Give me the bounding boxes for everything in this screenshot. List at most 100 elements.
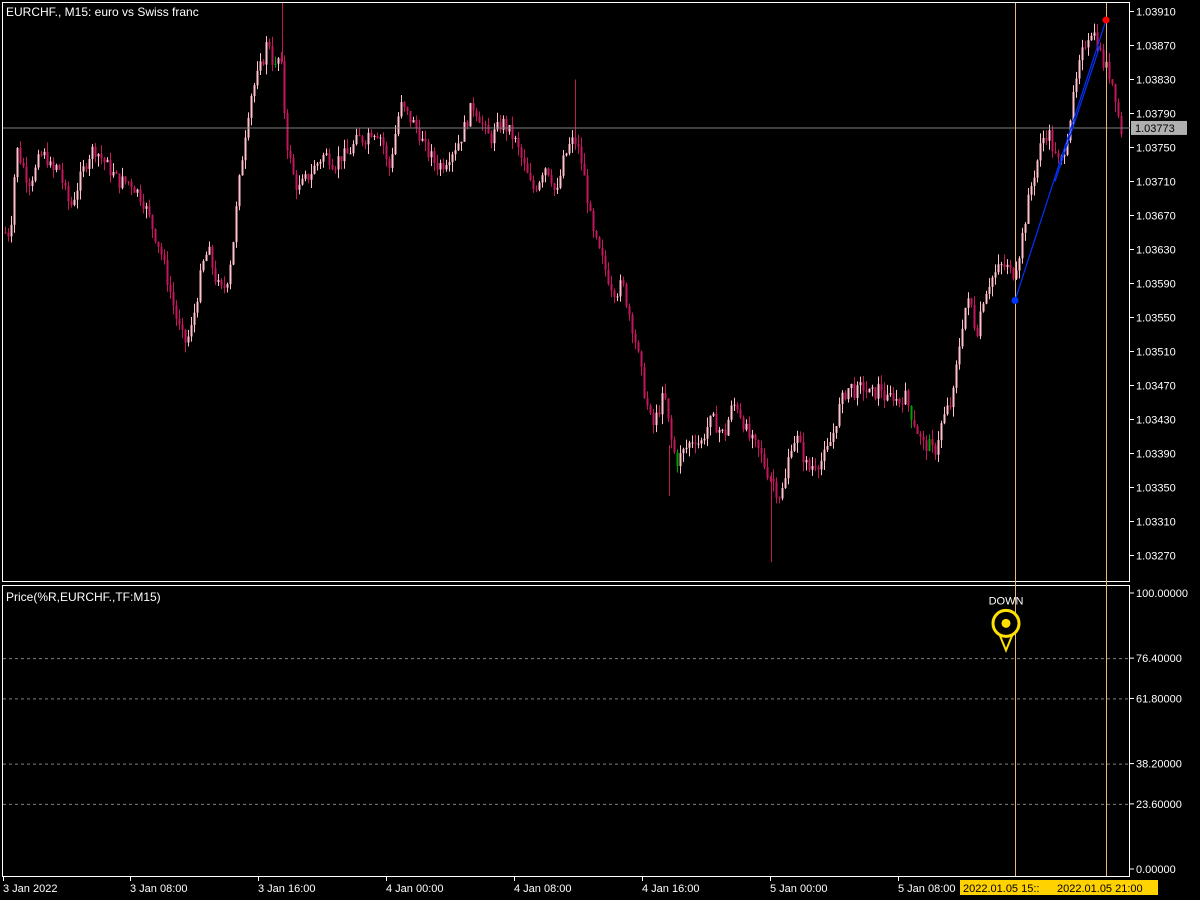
candle-body	[154, 228, 157, 242]
candle-body	[484, 123, 487, 126]
price-tick-label: 1.03630	[1136, 245, 1176, 257]
candle-body	[391, 154, 394, 168]
candle-body	[259, 61, 262, 71]
candle-body	[223, 285, 226, 288]
candle-body	[184, 329, 187, 343]
candle-body	[865, 390, 868, 393]
price-tick-label: 1.03710	[1136, 177, 1176, 189]
candle-body	[649, 405, 652, 414]
candle-body	[1006, 264, 1009, 267]
candle-body	[568, 143, 571, 154]
candle-body	[631, 314, 634, 334]
candle-body	[637, 342, 640, 352]
price-tick-label: 1.03270	[1136, 551, 1176, 563]
candle-body	[772, 478, 775, 482]
candle-body	[157, 241, 160, 247]
candle-body	[193, 312, 196, 325]
candle-body	[454, 150, 457, 155]
candle-body	[499, 121, 502, 130]
candle-body	[190, 324, 193, 337]
candle-body	[424, 138, 427, 142]
candle-body	[283, 61, 286, 114]
candle-body	[139, 189, 142, 202]
price-tick-label: 1.03870	[1136, 41, 1176, 53]
candle-body	[904, 390, 907, 405]
candle-body	[646, 397, 649, 406]
candle-body	[541, 175, 544, 183]
candle-body	[667, 398, 670, 419]
candle-body	[994, 272, 997, 278]
candle-body	[643, 366, 646, 398]
time-tick-label: 4 Jan 16:00	[642, 883, 700, 895]
candle-body	[589, 203, 592, 211]
candle-body	[415, 119, 418, 128]
candle-body	[811, 465, 814, 470]
candle-body	[172, 292, 175, 306]
candle-body	[895, 398, 898, 401]
candle-body	[202, 260, 205, 271]
candle-body	[226, 284, 229, 288]
candle-body	[361, 136, 364, 143]
candle-body	[133, 187, 136, 193]
candle-body	[898, 398, 901, 404]
candle-body	[430, 151, 433, 158]
trend-end-point[interactable]	[1102, 16, 1110, 24]
time-highlight-label: 2022.01.05 21:00	[1057, 883, 1143, 895]
candle-body	[25, 166, 28, 183]
candle-body	[814, 465, 817, 468]
candle-body	[997, 264, 1000, 273]
indicator-title: Price(%R,EURCHF.,TF:M15)	[6, 590, 161, 604]
time-tick-label: 5 Jan 00:00	[770, 883, 828, 895]
candle-body	[805, 459, 808, 463]
candle-body	[46, 151, 49, 166]
candle-body	[1102, 49, 1105, 68]
candle-body	[640, 351, 643, 367]
candle-body	[610, 284, 613, 291]
candle-body	[10, 224, 13, 237]
candle-body	[1081, 47, 1084, 61]
candle-body	[529, 172, 532, 180]
candle-body	[682, 449, 685, 454]
candle-body	[1030, 186, 1033, 195]
candle-body	[85, 166, 88, 169]
price-tick-label: 1.03310	[1136, 517, 1176, 529]
candle-body	[1093, 32, 1096, 36]
candle-body	[727, 419, 730, 436]
candle-body	[691, 442, 694, 444]
indicator-tick-label: 76.40000	[1136, 653, 1182, 665]
candle-body	[535, 189, 538, 191]
candle-body	[829, 442, 832, 446]
candle-body	[118, 173, 121, 188]
candle-body	[835, 426, 838, 433]
candle-body	[538, 182, 541, 190]
candle-body	[442, 163, 445, 170]
candle-body	[1000, 264, 1003, 266]
candle-body	[1012, 268, 1015, 279]
candle-body	[1075, 78, 1078, 92]
candle-body	[91, 146, 94, 159]
candle-body	[349, 153, 352, 155]
candle-body	[625, 283, 628, 307]
candle-body	[181, 324, 184, 330]
candle-body	[853, 383, 856, 399]
candle-body	[1009, 264, 1012, 269]
candle-body	[883, 390, 886, 401]
candle-body	[1108, 61, 1111, 80]
candle-body	[112, 171, 115, 176]
candle-body	[13, 177, 16, 225]
trading-chart[interactable]: 1.03773 1.03910 1.03870 1.03830 1.03790 1.03…	[0, 0, 1200, 900]
candle-body	[1018, 258, 1021, 271]
candle-body	[919, 433, 922, 437]
candle-body	[1084, 47, 1087, 49]
candle-body	[655, 412, 658, 426]
candle-body	[103, 158, 106, 163]
candle-body	[577, 144, 580, 147]
candle-body	[673, 439, 676, 453]
candle-body	[619, 280, 622, 297]
candle-body	[292, 157, 295, 175]
trend-start-point[interactable]	[1011, 297, 1019, 304]
candle-body	[1027, 194, 1030, 224]
candle-body	[583, 163, 586, 176]
candle-body	[1024, 223, 1027, 233]
candle-body	[37, 154, 40, 168]
